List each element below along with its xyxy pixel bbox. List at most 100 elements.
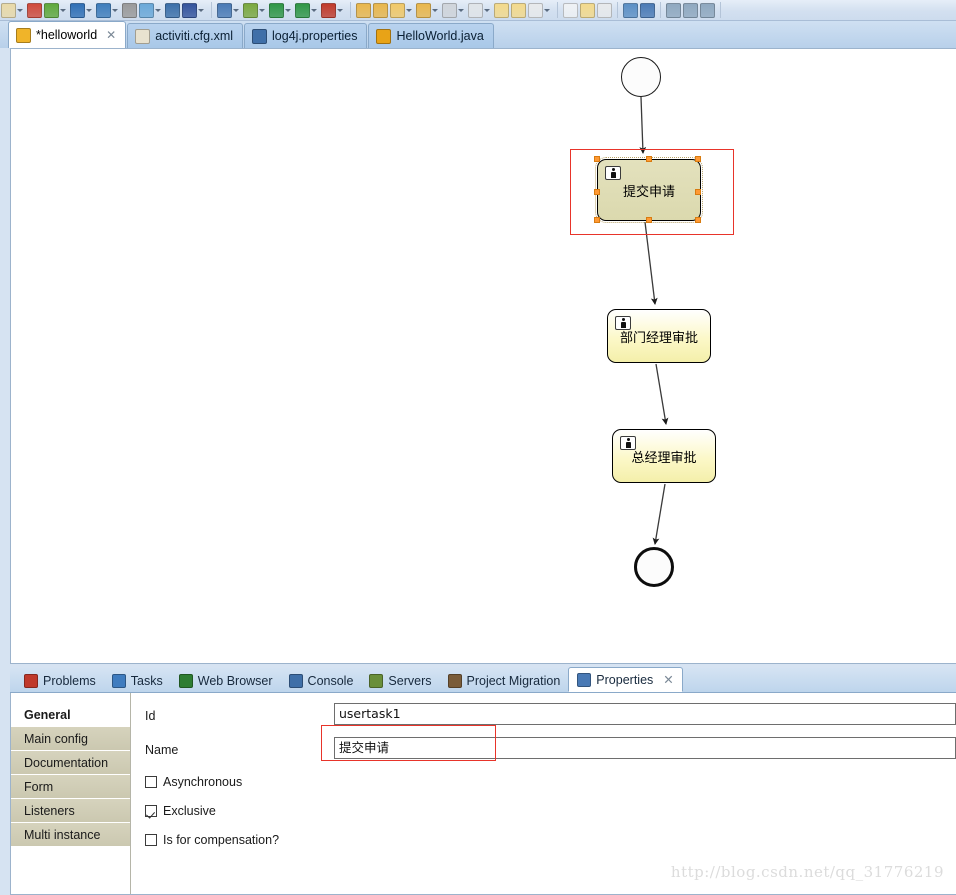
properties-section-documentation[interactable]: Documentation xyxy=(11,751,130,775)
perspective-a-button[interactable] xyxy=(563,2,578,18)
editor-tab-activiticfgxml[interactable]: activiti.cfg.xml xyxy=(127,23,244,48)
checkbox-row-exclusive[interactable]: Exclusive xyxy=(145,804,216,818)
save-button[interactable] xyxy=(27,2,42,18)
folder-d-icon xyxy=(416,2,431,18)
new-wizard-button[interactable] xyxy=(1,2,25,18)
checkbox-asynchronous[interactable] xyxy=(145,776,157,788)
chevron-down-icon[interactable] xyxy=(544,8,550,12)
marker-b-button[interactable] xyxy=(511,2,526,18)
selection-handle-1[interactable] xyxy=(646,156,652,162)
new-java-class-button[interactable] xyxy=(217,2,241,18)
open-type-button[interactable] xyxy=(182,2,206,18)
coverage-button[interactable] xyxy=(96,2,120,18)
properties-section-form[interactable]: Form xyxy=(11,775,130,799)
chevron-down-icon[interactable] xyxy=(17,8,23,12)
run-external-tools-button[interactable] xyxy=(44,2,68,18)
end-event[interactable] xyxy=(634,547,674,587)
history-button[interactable] xyxy=(122,2,137,18)
close-icon[interactable]: ✕ xyxy=(663,672,673,687)
start-event[interactable] xyxy=(621,57,661,97)
editor-tab-label: *helloworld xyxy=(36,28,98,42)
selection-handle-6[interactable] xyxy=(646,217,652,223)
chevron-down-icon[interactable] xyxy=(337,8,343,12)
view-tab-webbrowser[interactable]: Web Browser xyxy=(171,669,281,692)
editor-tab-helloworld[interactable]: *helloworld ✕ xyxy=(8,21,127,48)
folder-b-button[interactable] xyxy=(373,2,388,18)
editor-tab-helloworldjava[interactable]: HelloWorld.java xyxy=(368,23,494,48)
chevron-down-icon[interactable] xyxy=(406,8,412,12)
sequence-flows xyxy=(639,96,669,545)
editor-tab-label: activiti.cfg.xml xyxy=(155,29,234,43)
toolbar-group-2 xyxy=(355,2,553,18)
view-tab-console[interactable]: Console xyxy=(281,669,362,692)
marker-c-icon xyxy=(528,2,543,18)
folder-b-icon xyxy=(373,2,388,18)
chevron-down-icon[interactable] xyxy=(285,8,291,12)
marker-a-button[interactable] xyxy=(494,2,509,18)
server-start-button[interactable] xyxy=(295,2,319,18)
properties-section-listeners[interactable]: Listeners xyxy=(11,799,130,823)
marker-c-button[interactable] xyxy=(528,2,552,18)
perspective-c-button[interactable] xyxy=(597,2,612,18)
validate-button[interactable] xyxy=(269,2,293,18)
id-input[interactable]: usertask1 xyxy=(334,703,956,725)
view-tab-problems[interactable]: Problems xyxy=(16,669,104,692)
selection-handle-3[interactable] xyxy=(594,189,600,195)
chevron-down-icon[interactable] xyxy=(259,8,265,12)
chevron-down-icon[interactable] xyxy=(198,8,204,12)
checkbox-row-asynchronous[interactable]: Asynchronous xyxy=(145,775,242,789)
checkbox-row-isforcompensation[interactable]: Is for compensation? xyxy=(145,833,279,847)
outline-view-button[interactable] xyxy=(623,2,638,18)
bookmark-button[interactable] xyxy=(468,2,492,18)
save-icon xyxy=(27,2,42,18)
security-button[interactable] xyxy=(321,2,345,18)
bpmn-diagram[interactable]: 提交申请部门经理审批总经理审批 xyxy=(11,49,956,663)
layout-b-button[interactable] xyxy=(683,2,698,18)
selection-handle-4[interactable] xyxy=(695,189,701,195)
new-package-button[interactable] xyxy=(243,2,267,18)
chevron-down-icon[interactable] xyxy=(233,8,239,12)
chevron-down-icon[interactable] xyxy=(155,8,161,12)
layout-c-icon xyxy=(700,2,715,18)
selection-handle-2[interactable] xyxy=(695,156,701,162)
selection-handle-5[interactable] xyxy=(594,217,600,223)
checkbox-exclusive[interactable] xyxy=(145,805,157,817)
user-task-usertask1[interactable]: 提交申请 xyxy=(594,156,703,223)
task-view-button[interactable] xyxy=(640,2,655,18)
chevron-down-icon[interactable] xyxy=(60,8,66,12)
properties-section-multiinstance[interactable]: Multi instance xyxy=(11,823,130,847)
close-icon[interactable]: ✕ xyxy=(106,29,116,41)
chevron-down-icon[interactable] xyxy=(311,8,317,12)
folder-d-button[interactable] xyxy=(416,2,440,18)
view-tab-servers[interactable]: Servers xyxy=(361,669,439,692)
view-tab-tasks[interactable]: Tasks xyxy=(104,669,171,692)
chevron-down-icon[interactable] xyxy=(458,8,464,12)
name-label: Name xyxy=(145,743,179,757)
chevron-down-icon[interactable] xyxy=(432,8,438,12)
properties-section-mainconfig[interactable]: Main config xyxy=(11,727,130,751)
selection-handle-0[interactable] xyxy=(594,156,600,162)
selection-handle-7[interactable] xyxy=(695,217,701,223)
chevron-down-icon[interactable] xyxy=(112,8,118,12)
open-folder-button[interactable] xyxy=(356,2,371,18)
editor-tab-log4jproperties[interactable]: log4j.properties xyxy=(244,23,368,48)
user-task-icon xyxy=(620,436,636,450)
properties-section-general[interactable]: General xyxy=(11,703,130,727)
folder-c-button[interactable] xyxy=(390,2,414,18)
user-task-usertask2[interactable]: 部门经理审批 xyxy=(607,309,711,363)
layout-c-button[interactable] xyxy=(700,2,715,18)
chart-button[interactable] xyxy=(165,2,180,18)
diagram-canvas[interactable]: 提交申请部门经理审批总经理审批 xyxy=(10,48,956,664)
checkbox-isforcompensation[interactable] xyxy=(145,834,157,846)
debug-button[interactable] xyxy=(70,2,94,18)
search-button[interactable] xyxy=(139,2,163,18)
view-tab-properties[interactable]: Properties ✕ xyxy=(568,667,683,692)
chevron-down-icon[interactable] xyxy=(86,8,92,12)
properties-sheet-button[interactable] xyxy=(442,2,466,18)
view-tab-projectmigration[interactable]: Project Migration xyxy=(440,669,569,692)
perspective-b-button[interactable] xyxy=(580,2,595,18)
user-task-usertask3[interactable]: 总经理审批 xyxy=(612,429,716,483)
layout-a-button[interactable] xyxy=(666,2,681,18)
chevron-down-icon[interactable] xyxy=(484,8,490,12)
perspective-b-icon xyxy=(580,2,595,18)
